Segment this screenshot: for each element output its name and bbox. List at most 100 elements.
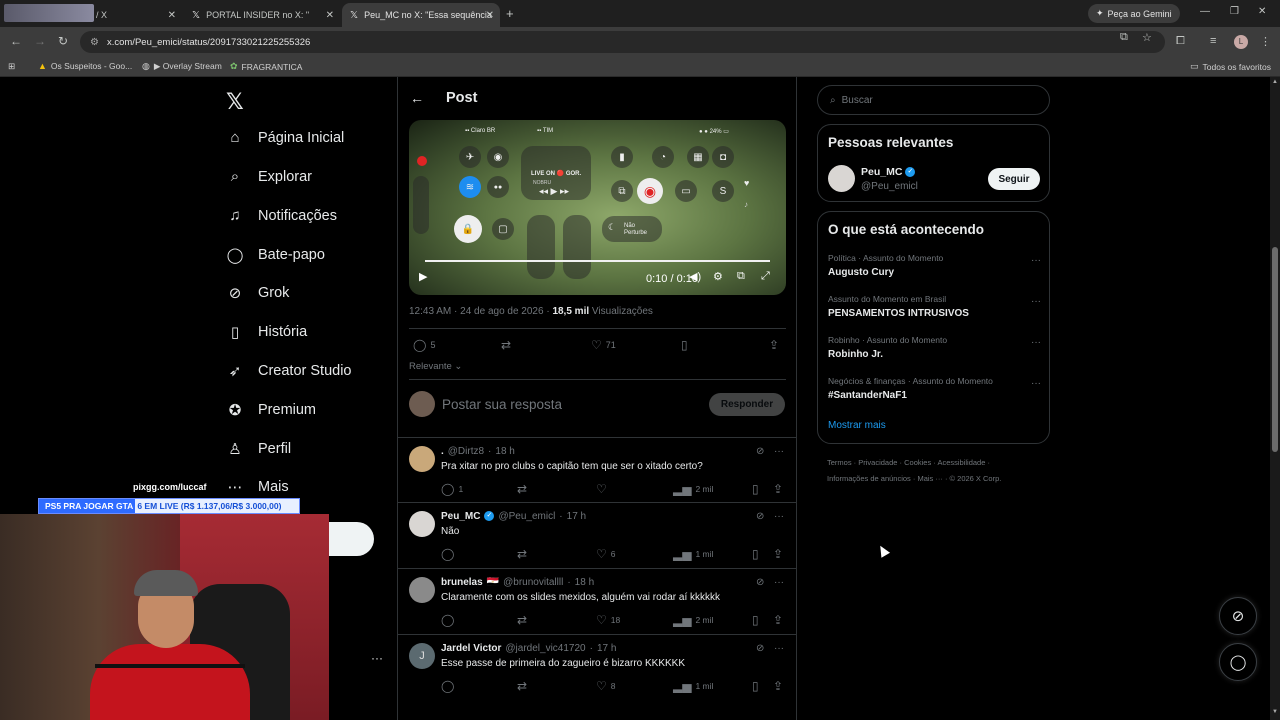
more-dots-icon[interactable]: ··· <box>774 643 784 654</box>
address-bar[interactable]: ⚙ x.com/Peu_emici/status/209173302122525… <box>80 31 1165 53</box>
nav-item-history[interactable]: ▯ História <box>226 323 307 341</box>
sort-dropdown[interactable]: Relevante ⌄ <box>409 361 462 372</box>
restore-icon[interactable]: ❐ <box>1230 6 1239 17</box>
avatar[interactable] <box>409 446 435 472</box>
more-dots-icon[interactable]: ··· <box>1031 337 1041 348</box>
person-handle[interactable]: @Peu_emicl <box>861 181 918 192</box>
reply-input[interactable]: Postar sua resposta <box>442 397 562 412</box>
tweet-time[interactable]: 17 h <box>567 511 586 522</box>
show-more-link[interactable]: Mostrar mais <box>828 420 886 431</box>
more-dots-icon[interactable]: ··· <box>774 511 784 522</box>
avatar[interactable] <box>409 577 435 603</box>
share-button[interactable]: ⇪ <box>773 679 783 693</box>
bookmark-button[interactable]: ▯ <box>752 547 759 561</box>
nav-item-creator-studio[interactable]: ➶ Creator Studio <box>226 362 352 380</box>
like-button[interactable]: ♡ 71 <box>591 338 616 352</box>
author-name[interactable]: . <box>441 446 444 457</box>
like-button[interactable]: ♡ 18 <box>596 613 620 627</box>
search-input[interactable]: ⌕ Buscar <box>817 85 1050 115</box>
media-icon[interactable]: ≡ <box>1210 35 1216 47</box>
trend-item[interactable]: Negócios & finanças · Assunto do Momento… <box>828 376 1041 401</box>
bookmark-button[interactable]: ▯ <box>752 482 759 496</box>
scrollbar-thumb[interactable] <box>1272 247 1278 452</box>
grok-icon[interactable]: ⊘ <box>756 511 764 522</box>
author-name[interactable]: Peu_MC <box>441 511 480 522</box>
play-icon[interactable]: ▶ <box>419 270 427 283</box>
account-menu-icon[interactable]: ··· <box>371 651 383 665</box>
reply-button[interactable]: ◯ <box>441 679 454 693</box>
menu-dots-icon[interactable]: ⋮ <box>1260 35 1271 48</box>
cast-icon[interactable]: ⧉ <box>1120 31 1128 44</box>
reply-button[interactable]: ◯ <box>441 613 454 627</box>
nav-item-profile[interactable]: ♙ Perfil <box>226 440 291 458</box>
nav-item-explore[interactable]: ⌕ Explorar <box>226 168 312 185</box>
tweet-time[interactable]: 18 h <box>495 446 514 457</box>
more-dots-icon[interactable]: ··· <box>1031 255 1041 266</box>
scroll-down-icon[interactable]: ▼ <box>1272 709 1278 715</box>
avatar[interactable] <box>828 165 855 192</box>
repost-button[interactable]: ⇄ <box>501 338 511 352</box>
share-button[interactable]: ⇪ <box>773 482 783 496</box>
author-handle[interactable]: @Dirtz8 <box>448 446 484 457</box>
author-handle[interactable]: @brunovitallll <box>503 577 563 588</box>
repost-button[interactable]: ⇄ <box>517 482 527 496</box>
close-icon[interactable]: ✕ <box>326 10 334 21</box>
minimize-icon[interactable]: — <box>1200 6 1210 17</box>
nav-item-more[interactable]: ⋯ Mais <box>226 478 289 496</box>
grok-icon[interactable]: ⊘ <box>756 577 764 588</box>
nav-item-home[interactable]: ⌂ Página Inicial <box>226 129 344 146</box>
reply-button[interactable]: ◯ 1 <box>441 482 463 496</box>
footer-links-2[interactable]: Informações de anúncios · Mais ··· · © 2… <box>827 474 1001 483</box>
more-dots-icon[interactable]: ··· <box>774 446 784 457</box>
like-button[interactable]: ♡ 6 <box>596 547 616 561</box>
fullscreen-icon[interactable]: ⤢ <box>761 270 770 283</box>
views-button[interactable]: ▂▅ 1 mil <box>673 679 713 693</box>
post-timestamp[interactable]: 12:43 AM · 24 de ago de 2026 · <box>409 306 552 317</box>
extensions-icon[interactable]: ⧠ <box>1176 35 1185 48</box>
like-button[interactable]: ♡ 8 <box>596 679 616 693</box>
share-button[interactable]: ⇪ <box>773 547 783 561</box>
reply-tweet[interactable]: brunelas 🇪🇬 @brunovitallll · 18 h ⊘ ··· … <box>398 568 796 634</box>
more-dots-icon[interactable]: ··· <box>1031 378 1041 389</box>
star-icon[interactable]: ☆ <box>1142 31 1152 44</box>
tab-x-home[interactable]: / X ✕ <box>90 3 182 27</box>
nav-item-grok[interactable]: ⊘ Grok <box>226 284 290 302</box>
like-button[interactable]: ♡ <box>596 482 607 496</box>
tweet-time[interactable]: 18 h <box>575 577 594 588</box>
nav-item-chat[interactable]: ◯ Bate-papo <box>226 246 325 264</box>
reply-submit-button[interactable]: Responder <box>709 393 785 416</box>
author-handle[interactable]: @Peu_emicl <box>498 511 555 522</box>
reply-button[interactable]: ◯ <box>441 547 454 561</box>
bookmark-button[interactable]: ▯ <box>752 613 759 627</box>
reply-tweet[interactable]: . @Dirtz8 · 18 h ⊘ ··· Pra xitar no pro … <box>398 437 796 502</box>
back-arrow-icon[interactable]: ← <box>10 34 22 48</box>
gemini-button[interactable]: ✦ Peça ao Gemini <box>1088 4 1180 23</box>
follow-button[interactable]: Seguir <box>988 168 1040 190</box>
avatar[interactable] <box>409 511 435 537</box>
repost-button[interactable]: ⇄ <box>517 613 527 627</box>
tab-peu-mc-post[interactable]: 𝕏 Peu_MC no X: "Essa sequência ✕ <box>342 3 500 27</box>
grok-fab-button[interactable]: ⊘ <box>1219 597 1257 635</box>
site-info-icon[interactable]: ⚙ <box>90 37 99 48</box>
forward-arrow-icon[interactable]: → <box>34 34 46 48</box>
more-dots-icon[interactable]: ··· <box>774 577 784 588</box>
page-scrollbar[interactable]: ▲ ▼ <box>1270 77 1280 720</box>
reload-icon[interactable]: ↻ <box>58 34 68 48</box>
profile-avatar[interactable]: L <box>1234 35 1248 49</box>
volume-icon[interactable]: ◀) <box>689 270 701 283</box>
video-player[interactable]: ▪▪ Claro BR ▪▪ TIM ● ● 24% ▭ ✈ ◉ ≋ ●● LI… <box>409 120 786 295</box>
repost-button[interactable]: ⇄ <box>517 679 527 693</box>
messages-fab-button[interactable]: ◯ <box>1219 643 1257 681</box>
grok-icon[interactable]: ⊘ <box>756 643 764 654</box>
bookmark-fragrantica[interactable]: ✿ FRAGRANTICA <box>230 61 302 72</box>
person-name[interactable]: Peu_MC ✓ <box>861 166 916 178</box>
tweet-time[interactable]: 17 h <box>597 643 616 654</box>
settings-gear-icon[interactable]: ⚙ <box>713 270 723 283</box>
author-name[interactable]: brunelas <box>441 577 483 588</box>
author-handle[interactable]: @jardel_vic41720 <box>505 643 585 654</box>
reply-tweet[interactable]: J Jardel Victor @jardel_vic41720 · 17 h … <box>398 634 796 720</box>
tab-portal-insider[interactable]: 𝕏 PORTAL INSIDER no X: " ✕ <box>182 3 340 27</box>
reply-button[interactable]: ◯ 5 <box>413 338 435 352</box>
bookmark-button[interactable]: ▯ <box>752 679 759 693</box>
close-window-icon[interactable]: ✕ <box>1258 6 1266 17</box>
